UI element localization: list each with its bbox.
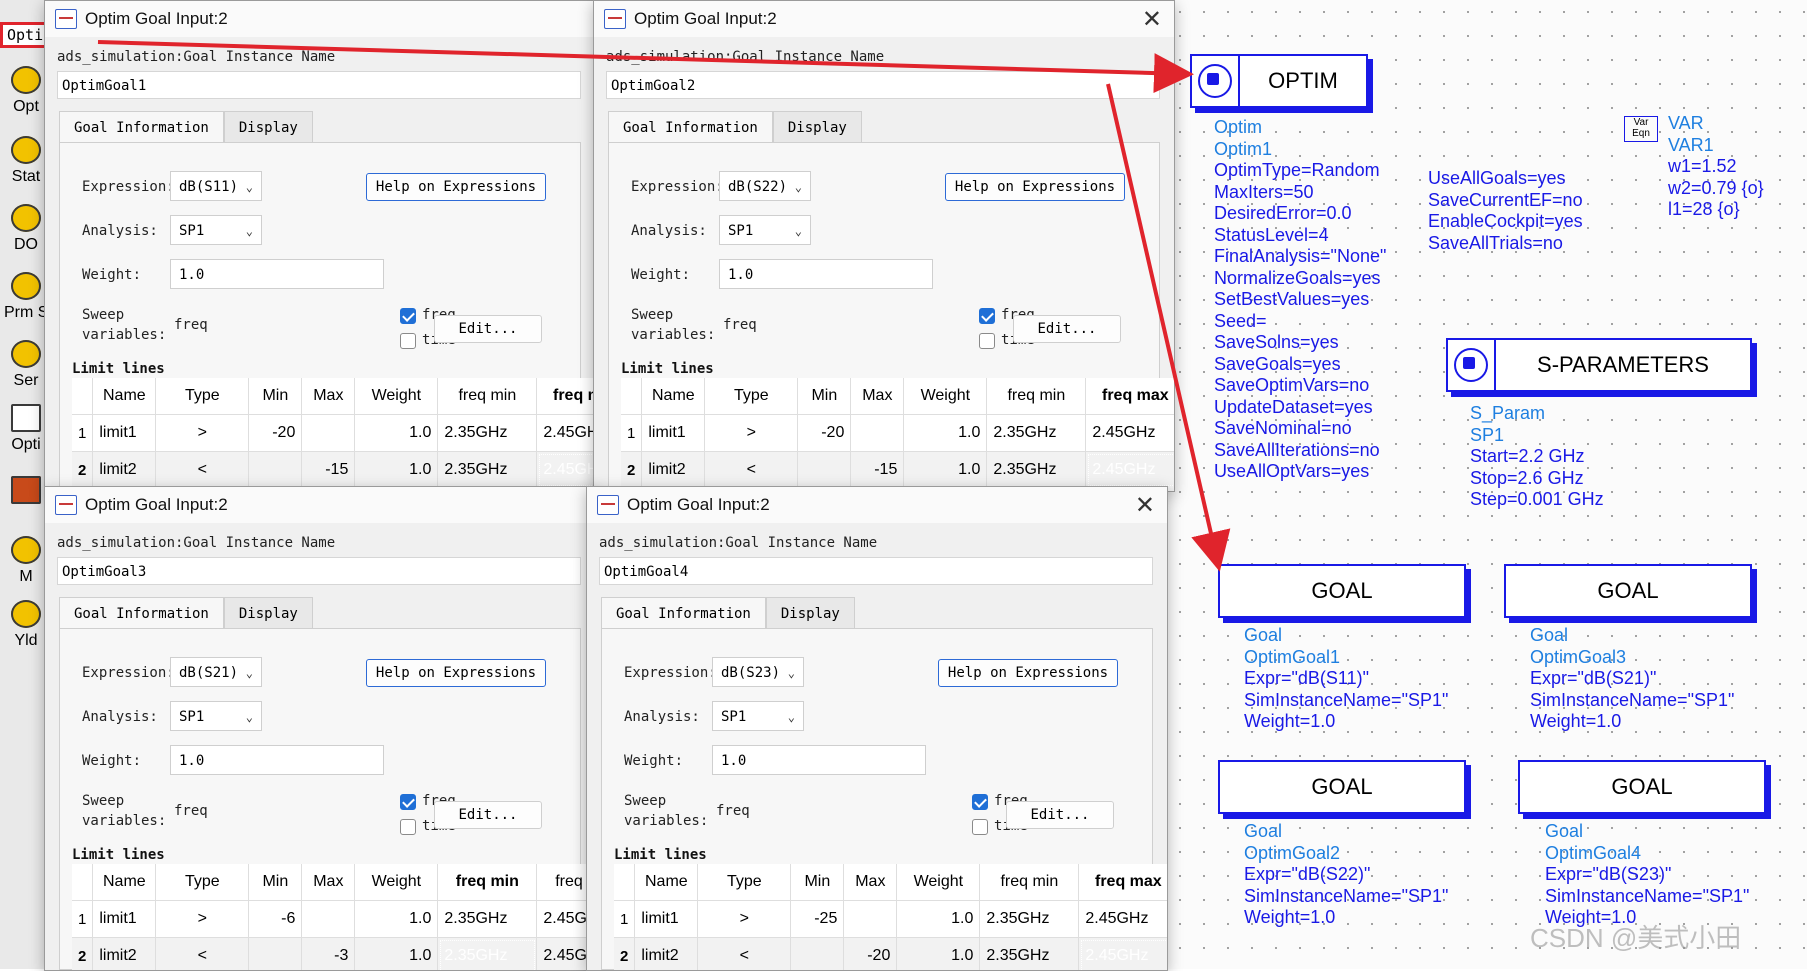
arrow-to-optim [98,42,1186,74]
annotation-arrows [0,0,1807,969]
arrow-to-goal [1108,84,1218,564]
